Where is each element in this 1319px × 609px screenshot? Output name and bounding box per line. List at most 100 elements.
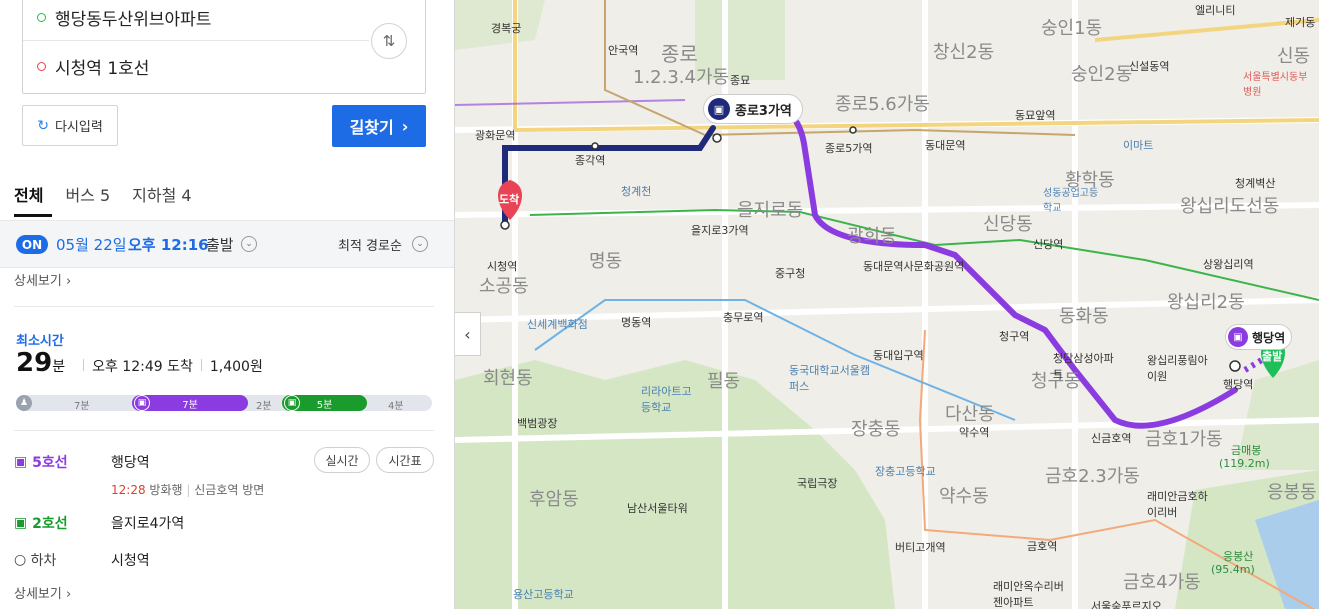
timetable-button[interactable]: 시간표: [376, 447, 434, 473]
map-label: 신설동역: [1129, 60, 1170, 73]
step-line5: ▣ 5호선: [14, 452, 68, 472]
map-label: 종로5가역: [825, 142, 873, 155]
divider: [14, 306, 434, 307]
subway-icon: ▣: [284, 395, 300, 411]
segment-time: 5분: [316, 399, 333, 411]
subway-icon: ▣: [134, 395, 150, 411]
search-route-button[interactable]: 길찾기 ›: [332, 105, 426, 147]
origin-field[interactable]: 행당동두산위브아파트: [23, 0, 369, 41]
map-label: 종묘: [730, 74, 751, 87]
tab-bus[interactable]: 버스 5: [65, 182, 110, 206]
search-label: 길찾기: [349, 118, 394, 137]
alight-label: 하차: [30, 553, 57, 569]
departure-date[interactable]: 05월 22일: [56, 234, 127, 255]
map-label: 금매봉: [1231, 444, 1262, 457]
chevron-right-icon: ›: [401, 116, 409, 136]
detail-link-label: 상세보기: [14, 587, 62, 602]
map-label: 상왕십리역: [1203, 258, 1254, 271]
destination-dot-icon: [37, 61, 46, 71]
map-label: 동대문역사문화공원역: [863, 260, 965, 273]
map-label: 신세계백화점: [527, 318, 588, 331]
origin-text: 행당동두산위브아파트: [55, 10, 212, 30]
tab-subway[interactable]: 지하철 4: [132, 182, 191, 206]
route-input-box: 행당동두산위브아파트 시청역 1호선 ⇅: [22, 0, 426, 94]
map-label: 숭인1동: [1041, 18, 1103, 39]
map-label: 회현동: [483, 368, 533, 389]
station-name[interactable]: 행당역: [111, 452, 150, 472]
route-summary[interactable]: 29 분 오후 12:49 도착 1,400원: [16, 348, 263, 378]
station-name[interactable]: 시청역: [111, 550, 150, 570]
map-label: 남산서울타워: [627, 502, 688, 515]
map-label: 왕십리도선동: [1180, 196, 1280, 217]
reset-label: 다시입력: [54, 120, 103, 135]
map-label: 약수역: [959, 426, 990, 439]
map-label: 청계벽산: [1235, 177, 1276, 190]
detail-link-bottom[interactable]: 상세보기 ›: [14, 583, 71, 602]
detail-link-label: 상세보기: [14, 274, 62, 289]
map-label: 래미안금호하이리버: [1147, 490, 1208, 519]
fare: 1,400원: [209, 359, 263, 375]
map-label: 종로5.6가동: [835, 94, 930, 115]
map-label: 신당역: [1033, 238, 1064, 251]
duration-unit: 분: [52, 359, 66, 375]
map-label: 약수동: [939, 486, 989, 507]
map-label: 신동: [1277, 46, 1311, 67]
departure-suffix: 출발: [206, 236, 234, 254]
map-label: 안국역: [608, 44, 639, 57]
map-label: 응봉동: [1267, 482, 1317, 503]
map-label: 금호2.3가동: [1045, 466, 1140, 487]
map-label: 제기동: [1285, 16, 1316, 29]
map-label: 성동공업고등학교: [1043, 188, 1099, 214]
refresh-icon: ↻: [37, 117, 49, 134]
map-label: 을지로동: [737, 200, 804, 221]
map-label: 용산고등학교: [513, 588, 574, 601]
departure-toggle[interactable]: ON: [16, 235, 48, 254]
map-label: 청담삼성아파트: [1053, 352, 1114, 381]
train-exit: 신금호역 방면: [194, 483, 265, 497]
map-label: 소공동: [479, 276, 529, 297]
map-label: 이마트: [1123, 139, 1154, 152]
subway-icon: ▣: [14, 515, 33, 531]
divider: [14, 430, 434, 431]
map-label: 동국대학교서울캠퍼스: [789, 364, 870, 393]
map-label: 금호1가동: [1145, 429, 1223, 450]
map-label: 응봉산: [1223, 550, 1254, 563]
map-label: 을지로3가역: [691, 224, 749, 237]
line-name: 2호선: [32, 516, 68, 532]
walk-time: 2분: [256, 401, 272, 412]
departure-time[interactable]: 오후 12:16: [128, 234, 209, 255]
map-label: 동묘앞역: [1015, 109, 1056, 122]
detail-link-top[interactable]: 상세보기 ›: [14, 270, 71, 289]
map-label: 엘리니티: [1195, 4, 1236, 17]
map-label: 청계천: [621, 185, 652, 198]
map-label: 래미안옥수리버젠아파트: [993, 580, 1064, 609]
route-timeline: ♟ 7분 7분 ▣ 2분 5분 ▣ 4분: [16, 395, 432, 412]
realtime-button[interactable]: 실시간: [314, 447, 370, 473]
map-label: 리라아트고등학교: [641, 385, 692, 414]
tab-all[interactable]: 전체: [14, 182, 43, 206]
collapse-panel-button[interactable]: ‹: [455, 312, 481, 356]
map-label: 명동: [589, 251, 623, 272]
line-name: 5호선: [32, 455, 68, 471]
map-label: 신금호역: [1091, 432, 1132, 445]
swap-icon[interactable]: ⇅: [371, 23, 407, 59]
map-label: 동대문역: [925, 139, 966, 152]
station-name[interactable]: 을지로4가역: [111, 513, 184, 533]
map-label: 왕십리풍림아이원: [1147, 354, 1208, 383]
map-view[interactable]: 도착 출발 ▣ 종로3가역 ▣ 행당역 경복궁 안국역 종로 1.2.3.4가동…: [455, 0, 1319, 609]
map-label: 서울숲푸르지오: [1091, 600, 1162, 609]
map-label: 숭인2동: [1071, 64, 1133, 85]
chevron-down-icon[interactable]: ⌄: [241, 236, 257, 252]
reset-button[interactable]: ↻ 다시입력: [22, 105, 118, 146]
map-label: 신당동: [983, 214, 1033, 235]
destination-field[interactable]: 시청역 1호선: [23, 43, 363, 89]
arrival-time: 오후 12:49 도착: [92, 359, 193, 375]
train-info: 12:28 방화행 | 신금호역 방면: [111, 483, 265, 497]
step-alight: ○ 하차: [14, 550, 56, 570]
train-time: 12:28: [111, 483, 146, 497]
map-label: 충무로역: [723, 311, 764, 324]
chevron-down-icon[interactable]: ⌄: [412, 236, 428, 252]
sort-dropdown[interactable]: 최적 경로순: [338, 235, 402, 254]
origin-dot-icon: [37, 13, 46, 22]
departure-filter-bar: ON 05월 22일 오후 12:16 출발 ⌄ 최적 경로순 ⌄: [0, 220, 454, 268]
